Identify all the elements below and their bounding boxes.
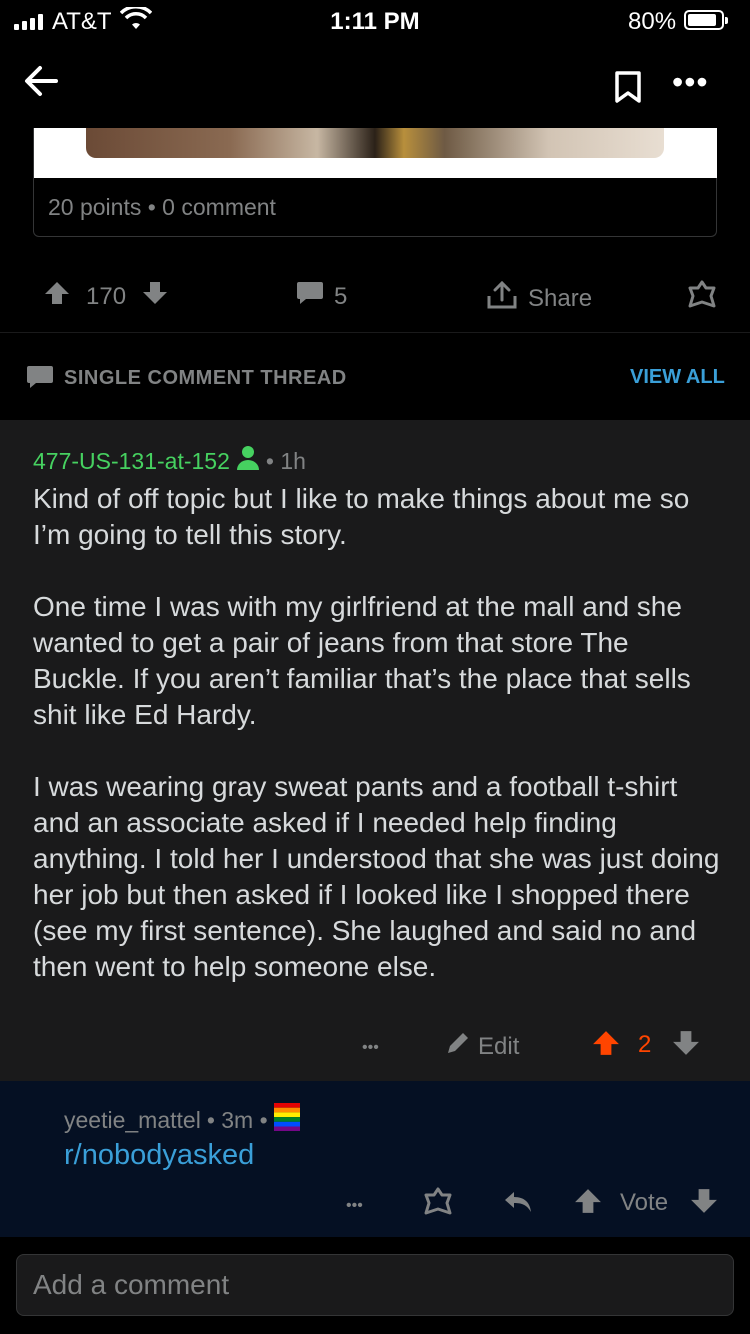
linked-post-card[interactable]: 20 points • 0 comment	[33, 128, 717, 237]
reply-author[interactable]: yeetie_mattel	[64, 1107, 201, 1134]
post-image	[34, 128, 717, 178]
battery-percent: 80%	[628, 8, 677, 35]
share-label: Share	[528, 284, 593, 312]
edit-label: Edit	[478, 1032, 520, 1060]
comment-paragraph: I was wearing gray sweat pants and a foo…	[33, 771, 720, 982]
comment-icon	[296, 280, 324, 313]
reply-arrow-icon[interactable]	[502, 1189, 534, 1222]
vote-label: Vote	[620, 1189, 669, 1216]
pencil-icon	[444, 1029, 472, 1064]
reply-header: yeetie_mattel • 3m •	[64, 1103, 300, 1137]
comment-more-icon[interactable]: •••	[362, 1039, 379, 1057]
reply-comment: yeetie_mattel • 3m • r/nobodyasked ••• V…	[0, 1081, 750, 1237]
award-icon[interactable]	[422, 1187, 454, 1224]
award-button[interactable]	[686, 280, 718, 317]
single-thread-header: SINGLE COMMENT THREAD VIEW ALL	[0, 334, 750, 421]
comment-body: Kind of off topic but I like to make thi…	[33, 481, 723, 1021]
op-user-icon	[236, 445, 260, 477]
downvote-icon[interactable]	[142, 280, 168, 313]
upvote-count: 170	[86, 282, 127, 310]
edit-button[interactable]: Edit	[444, 1029, 519, 1064]
comment: 477-US-131-at-152 • 1h Kind of off topic…	[0, 421, 750, 1081]
comment-icon	[26, 364, 54, 395]
thread-label: SINGLE COMMENT THREAD	[64, 367, 347, 389]
award-icon	[686, 280, 718, 317]
comment-age: • 1h	[265, 447, 306, 474]
downvote-icon[interactable]	[690, 1187, 718, 1222]
card-meta: 20 points • 0 comment	[48, 194, 276, 220]
share-button[interactable]: Share	[486, 280, 592, 317]
comment-paragraph: One time I was with my girlfriend at the…	[33, 591, 691, 730]
comment-count: 5	[334, 282, 348, 310]
reply-more-icon[interactable]: •••	[346, 1197, 363, 1215]
upvote-icon[interactable]	[592, 1029, 620, 1064]
upvote-icon[interactable]	[44, 280, 70, 313]
reply-body[interactable]: r/nobodyasked	[64, 1139, 254, 1172]
comment-score: 2	[638, 1031, 652, 1058]
pride-flag-icon	[273, 1103, 300, 1137]
comments-button[interactable]: 5	[296, 280, 347, 313]
battery-icon	[684, 10, 728, 30]
share-icon	[486, 280, 518, 317]
comment-composer	[0, 1238, 750, 1334]
bookmark-icon[interactable]	[614, 70, 642, 109]
reply-age: • 3m •	[206, 1106, 268, 1133]
comment-header: 477-US-131-at-152 • 1h	[33, 445, 306, 477]
add-comment-input[interactable]	[16, 1254, 734, 1316]
comment-author[interactable]: 477-US-131-at-152	[33, 448, 230, 475]
upvote-icon[interactable]	[574, 1187, 602, 1222]
downvote-icon[interactable]	[672, 1029, 700, 1064]
comment-paragraph: Kind of off topic but I like to make thi…	[33, 483, 690, 550]
back-arrow-icon[interactable]	[22, 62, 60, 105]
view-all-link[interactable]: VIEW ALL	[630, 366, 725, 389]
vote-group: 170	[44, 280, 168, 313]
post-action-bar: 170 5 Share	[0, 262, 750, 333]
status-bar: AT&T 1:11 PM 80%	[0, 0, 750, 40]
more-options-icon[interactable]: •••	[672, 64, 709, 101]
nav-bar: •••	[0, 40, 750, 128]
